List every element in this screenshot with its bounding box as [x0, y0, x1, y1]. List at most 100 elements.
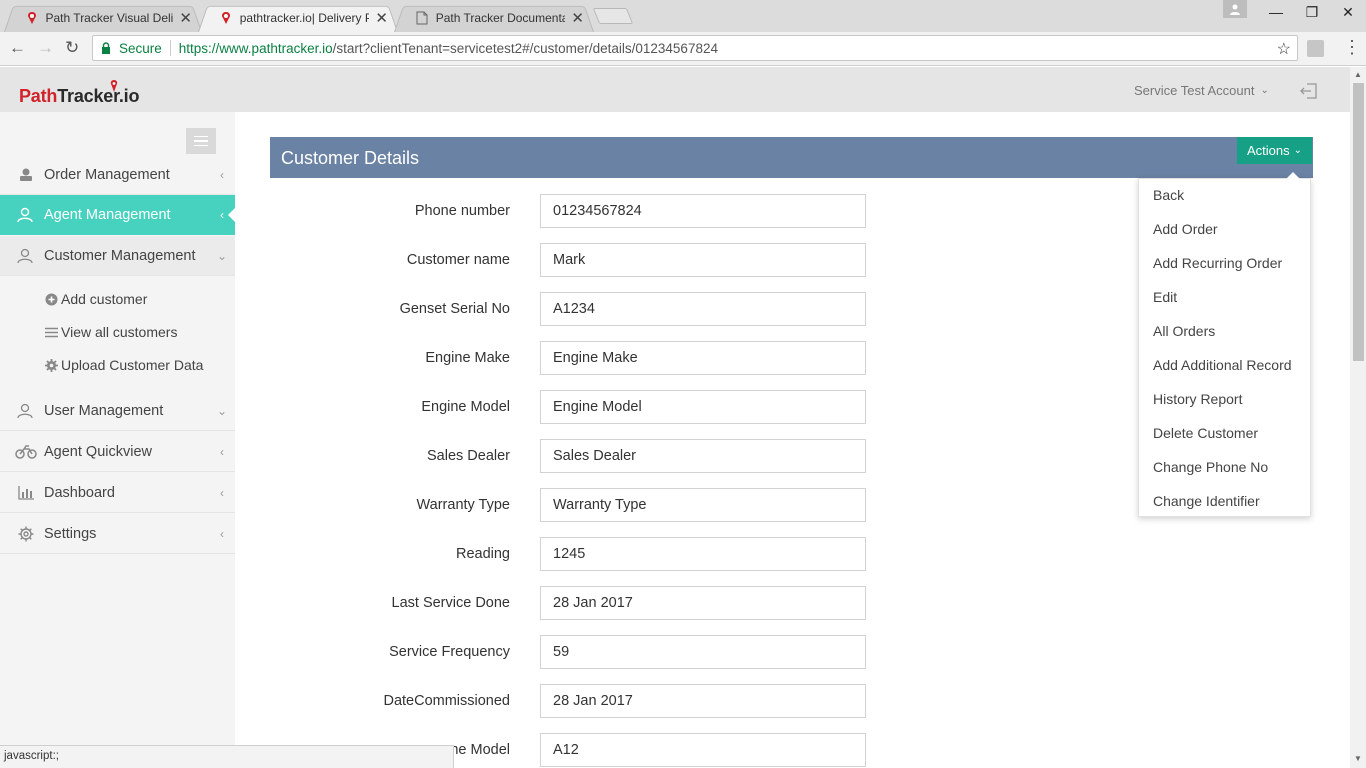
phone-number-field[interactable] [540, 194, 866, 228]
genset-serial-no-field[interactable] [540, 292, 866, 326]
bar-chart-icon [0, 485, 44, 500]
field-label-warranty-type: Warranty Type [416, 497, 510, 513]
page-title: Customer Details [281, 148, 420, 168]
reading-field[interactable] [540, 537, 866, 571]
last-service-done-field[interactable] [540, 586, 866, 620]
field-label-engine-model: Engine Model [421, 399, 510, 415]
tab-title: pathtracker.io| Delivery P [239, 10, 370, 25]
url-host: https://www.pathtracker.io [178, 40, 333, 56]
browser-toolbar: ← → ↻ Secure https://www.pathtracker.io /… [0, 32, 1366, 66]
chevron-left-icon: ‹ [220, 526, 224, 541]
sidebar-item-label: Dashboard [44, 484, 115, 501]
customer-icon [0, 248, 44, 264]
field-label-genset-serial-no: Genset Serial No [399, 301, 510, 317]
logout-icon[interactable] [1300, 82, 1318, 100]
logo-text-tracker: Tracker.io [57, 86, 140, 106]
gear-icon [0, 526, 44, 542]
bike-icon [0, 444, 44, 459]
sidebar: Order Management ‹ Agent Management ‹ Cu… [0, 112, 236, 768]
browser-tab[interactable]: Path Tracker Documentat ✕ [394, 3, 594, 32]
page-scrollbar[interactable]: ▲ ▼ [1350, 67, 1366, 768]
actions-dropdown-menu: Back Add Order Add Recurring Order Edit … [1138, 172, 1311, 517]
back-arrow-icon[interactable]: ← [9, 38, 26, 58]
engine-model-field[interactable] [540, 390, 866, 424]
chevron-down-icon: ⌄ [216, 248, 228, 263]
sidebar-item-agent-quickview[interactable]: Agent Quickview ‹ [0, 432, 235, 472]
menu-item-change-phone-no[interactable]: Change Phone No [1153, 459, 1268, 475]
logo[interactable]: PathTracker.io [19, 86, 139, 107]
sidebar-item-order-management[interactable]: Order Management ‹ [0, 155, 235, 195]
menu-item-back[interactable]: Back [1153, 187, 1184, 203]
reload-icon[interactable]: ↻ [65, 38, 79, 58]
engine-model-2-field[interactable] [540, 733, 866, 767]
customer-name-field[interactable] [540, 243, 866, 277]
sidebar-subitem-label: Add customer [61, 291, 148, 307]
address-bar[interactable]: Secure https://www.pathtracker.io/start?… [92, 35, 1298, 61]
account-dropdown[interactable]: Service Test Account ⌄ [1134, 83, 1269, 98]
actions-button[interactable]: Actions ⌄ [1236, 137, 1312, 164]
menu-item-edit[interactable]: Edit [1153, 289, 1177, 305]
app-header: PathTracker.io Service Test Account ⌄ [0, 67, 1350, 112]
scroll-up-arrow-icon[interactable]: ▲ [1354, 70, 1362, 79]
menu-item-history-report[interactable]: History Report [1153, 391, 1242, 407]
restore-icon[interactable]: ❐ [1294, 0, 1330, 26]
sidebar-item-label: User Management [44, 402, 164, 419]
minimize-icon[interactable]: — [1258, 0, 1294, 26]
sidebar-item-dashboard[interactable]: Dashboard ‹ [0, 473, 235, 513]
logo-text-path: Path [19, 86, 58, 106]
agent-icon [0, 207, 44, 223]
menu-item-add-order[interactable]: Add Order [1153, 221, 1218, 237]
sidebar-item-settings[interactable]: Settings ‹ [0, 514, 235, 554]
menu-item-add-recurring-order[interactable]: Add Recurring Order [1153, 255, 1282, 271]
pathtracker-favicon-icon [218, 10, 234, 26]
user-icon [0, 403, 44, 419]
lock-icon [102, 42, 110, 54]
gear-icon [44, 358, 58, 372]
forward-arrow-icon[interactable]: → [37, 38, 54, 58]
chevron-left-icon: ‹ [220, 444, 224, 459]
plus-circle-icon [44, 293, 58, 306]
sidebar-subitem-add-customer[interactable]: Add customer [44, 291, 147, 307]
tab-title: Path Tracker Visual Delive [45, 10, 174, 25]
close-icon[interactable]: ✕ [571, 9, 584, 27]
menu-toggle-button[interactable] [186, 128, 216, 154]
new-tab-button[interactable] [592, 8, 634, 24]
browser-tab-bar: Path Tracker Visual Delive ✕ pathtracker… [0, 0, 1366, 32]
menu-item-all-orders[interactable]: All Orders [1153, 323, 1215, 339]
date-commissioned-field[interactable] [540, 684, 866, 718]
menu-item-delete-customer[interactable]: Delete Customer [1153, 425, 1258, 441]
order-icon [0, 167, 44, 183]
profile-icon[interactable] [1223, 0, 1247, 18]
sidebar-item-agent-management[interactable]: Agent Management ‹ [0, 195, 236, 235]
warranty-type-field[interactable] [540, 488, 866, 522]
close-window-icon[interactable]: ✕ [1330, 0, 1366, 26]
sidebar-subitem-upload-customer-data[interactable]: Upload Customer Data [44, 357, 203, 373]
browser-tab-active[interactable]: pathtracker.io| Delivery P ✕ [198, 3, 398, 32]
scrollbar-thumb[interactable] [1353, 83, 1364, 361]
browser-menu-icon[interactable]: ⋮ [1343, 37, 1361, 58]
field-label-reading: Reading [455, 546, 510, 562]
field-label-sales-dealer: Sales Dealer [426, 448, 510, 464]
sidebar-item-label: Agent Management [44, 206, 171, 223]
scroll-down-arrow-icon[interactable]: ▼ [1354, 754, 1362, 763]
sales-dealer-field[interactable] [540, 439, 866, 473]
tab-title: Path Tracker Documentat [435, 10, 566, 25]
field-label-last-service-done: Last Service Done [391, 595, 510, 611]
logo-pin-icon [110, 80, 118, 92]
sidebar-item-user-management[interactable]: User Management ⌄ [0, 391, 235, 431]
sidebar-item-customer-management[interactable]: Customer Management ⌄ [0, 236, 235, 276]
extension-icon[interactable] [1307, 40, 1324, 57]
sidebar-subitem-view-all-customers[interactable]: View all customers [44, 324, 177, 340]
close-icon[interactable]: ✕ [179, 9, 192, 27]
chevron-down-icon: ⌄ [216, 403, 228, 418]
close-icon[interactable]: ✕ [375, 9, 388, 27]
browser-tab[interactable]: Path Tracker Visual Delive ✕ [4, 3, 202, 32]
field-label-date-commissioned: DateCommissioned [383, 693, 510, 709]
engine-make-field[interactable] [540, 341, 866, 375]
menu-item-change-identifier[interactable]: Change Identifier [1153, 493, 1260, 509]
bookmark-star-icon[interactable]: ☆ [1277, 39, 1291, 59]
pathtracker-favicon-icon [24, 10, 40, 26]
sidebar-item-label: Agent Quickview [44, 443, 152, 460]
menu-item-add-additional-record[interactable]: Add Additional Record [1153, 357, 1292, 373]
service-frequency-field[interactable] [540, 635, 866, 669]
